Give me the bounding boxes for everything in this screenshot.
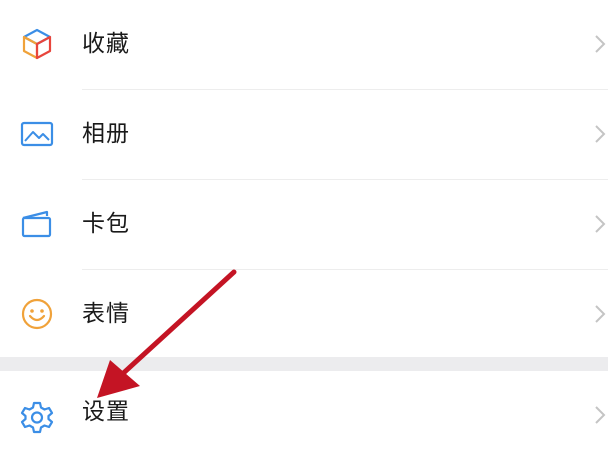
gear-icon: [19, 399, 55, 435]
favorites-cube-icon: [19, 26, 55, 62]
emoji-smiley-icon: [19, 296, 55, 332]
menu-item-emoji[interactable]: 表情: [0, 270, 608, 359]
chevron-right-icon: [594, 405, 606, 425]
menu-item-favorites[interactable]: 收藏: [0, 0, 608, 89]
chevron-right-icon: [594, 304, 606, 324]
chevron-right-icon: [594, 214, 606, 234]
chevron-right-icon: [594, 34, 606, 54]
menu-item-label: 卡包: [82, 211, 130, 237]
chevron-right-icon: [594, 124, 606, 144]
menu-group-settings: 设置: [0, 371, 608, 454]
menu-item-label: 收藏: [82, 31, 130, 57]
menu-item-label: 相册: [82, 121, 130, 147]
menu-group-main: 收藏 相册 卡包 表情: [0, 0, 608, 357]
menu-item-label: 设置: [82, 399, 130, 425]
menu-item-settings[interactable]: 设置: [0, 371, 608, 454]
me-menu-screen: 收藏 相册 卡包 表情 设置: [0, 0, 608, 454]
card-wallet-icon: [19, 206, 55, 242]
menu-item-card-wallet[interactable]: 卡包: [0, 180, 608, 269]
album-picture-icon: [19, 116, 55, 152]
menu-item-album[interactable]: 相册: [0, 90, 608, 179]
menu-item-label: 表情: [82, 301, 130, 327]
